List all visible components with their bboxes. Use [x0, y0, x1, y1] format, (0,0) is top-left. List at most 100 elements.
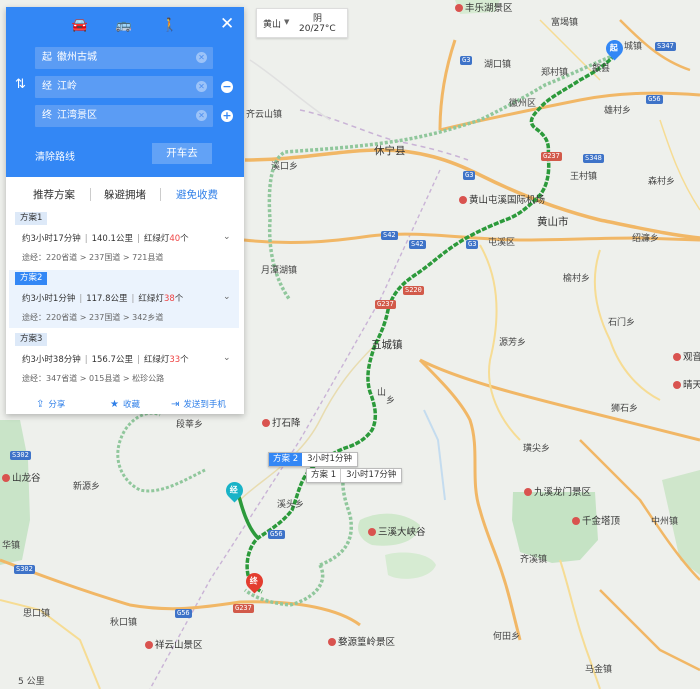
map-label: 山	[377, 388, 387, 398]
via-input[interactable]: 经江岭 ✕	[35, 76, 213, 98]
map-label: 山龙谷	[2, 473, 41, 484]
map-label: 五城镇	[371, 339, 403, 351]
route-plan[interactable]: 方案1 约3小时17分钟 | 140.1公里 | 红绿灯40个 途经：220省道 > 2…	[9, 210, 239, 268]
end-key: 终	[42, 110, 52, 121]
via-value: 江岭	[57, 81, 77, 92]
map-label: 千金塔顶	[572, 516, 620, 527]
poi-icon	[572, 517, 580, 525]
callout-tag: 方案 1	[307, 469, 342, 482]
map-label: 思口镇	[23, 609, 51, 619]
poi-icon	[673, 381, 681, 389]
map-label: 乡	[386, 396, 396, 406]
map-label: 徽州区	[509, 99, 537, 109]
start-input[interactable]: 起徽州古城 ✕	[35, 47, 213, 69]
route-plan[interactable]: 方案3 约3小时38分钟 | 156.7公里 | 红绿灯33个 途经：347省道 > 0…	[9, 331, 239, 389]
plan-stats: 约3小时17分钟 | 140.1公里 | 红绿灯40个	[22, 234, 189, 244]
road-shield: G3	[463, 171, 476, 180]
map-label: 湖口镇	[484, 60, 512, 70]
close-icon[interactable]: ✕	[220, 16, 234, 33]
map-label: 5 公里	[18, 677, 45, 687]
map-label: 观音岩	[673, 352, 700, 363]
road-shield: G237	[233, 604, 254, 613]
share-button[interactable]: ⇪ 分享	[36, 398, 65, 410]
poi-icon	[673, 353, 681, 361]
callout-time: 3小时17分钟	[346, 470, 397, 480]
route-plan-selected[interactable]: 方案2 约3小时1分钟 | 117.8公里 | 红绿灯38个 途经：220省道 > 23…	[9, 270, 239, 328]
weather-widget[interactable]: 黄山 ▼ 阴 20/27°C	[256, 8, 348, 38]
map-label: 王村镇	[570, 172, 598, 182]
tab-avoid-congestion[interactable]: 躲避拥堵	[104, 187, 146, 202]
chevron-down-icon[interactable]: ⌄	[223, 232, 231, 242]
road-shield: S348	[583, 154, 604, 163]
send-to-phone-button[interactable]: ⇥ 发送到手机	[171, 398, 226, 410]
phone-icon: ⇥	[171, 399, 180, 410]
collect-button[interactable]: ★ 收藏	[110, 398, 140, 410]
poi-icon	[145, 641, 153, 649]
chevron-down-icon[interactable]: ⌄	[223, 292, 231, 302]
map-label: 屯溪区	[488, 238, 516, 248]
callout-tag: 方案 2	[269, 453, 303, 466]
road-shield: S42	[381, 231, 398, 240]
map-label: 华镇	[2, 541, 21, 551]
map-label: 榆村乡	[563, 274, 591, 284]
panel-footer: ⇪ 分享 ★ 收藏 ⇥ 发送到手机	[6, 395, 244, 414]
tab-avoid-toll[interactable]: 避免收费	[176, 187, 218, 202]
map-label: 休宁县	[374, 145, 406, 157]
road-shield: G3	[466, 240, 479, 249]
map-label: 马金镇	[585, 665, 613, 675]
road-shield: G3	[460, 56, 473, 65]
plan-stats: 约3小时38分钟 | 156.7公里 | 红绿灯33个	[22, 355, 189, 365]
map-label: 石门乡	[608, 318, 636, 328]
walk-icon[interactable]: 🚶	[160, 18, 180, 34]
poi-icon	[328, 638, 336, 646]
map-label: 歙县	[592, 64, 611, 74]
road-shield: G56	[646, 95, 663, 104]
map-label: 中州镇	[651, 517, 679, 527]
route-panel: 🚘 🚌 🚶 ✕ 起徽州古城 ✕ ⇅ 经江岭 ✕ − 终江湾景区 ✕ + 清除路线…	[6, 7, 244, 414]
plan-badge: 方案2	[15, 272, 48, 285]
map-label: 三溪大峡谷	[368, 527, 426, 538]
poi-icon	[368, 528, 376, 536]
poi-icon	[455, 4, 463, 12]
weather-city[interactable]: 黄山	[263, 17, 281, 30]
add-via-icon[interactable]: +	[221, 110, 233, 122]
route-callout-plan2[interactable]: 方案 2 3小时1分钟	[268, 452, 358, 467]
map-label: 璜尖乡	[523, 444, 551, 454]
clear-end-icon[interactable]: ✕	[196, 110, 207, 121]
start-value: 徽州古城	[57, 52, 97, 63]
clear-route-link[interactable]: 清除路线	[35, 148, 75, 163]
car-icon[interactable]: 🚘	[70, 18, 90, 34]
strategy-tabs: 推荐方案 躲避拥堵 避免收费	[6, 183, 244, 207]
clear-via-icon[interactable]: ✕	[196, 81, 207, 92]
road-shield: S302	[14, 565, 35, 574]
chevron-down-icon[interactable]: ▼	[284, 18, 289, 26]
clear-start-icon[interactable]: ✕	[196, 52, 207, 63]
remove-via-icon[interactable]: −	[221, 81, 233, 93]
road-shield: S347	[655, 42, 676, 51]
poi-icon	[524, 488, 532, 496]
route-callout-plan1[interactable]: 方案 1 3小时17分钟	[306, 468, 403, 483]
map-label: 秋口镇	[110, 618, 138, 628]
road-shield: S42	[409, 240, 426, 249]
map-label: 狮石乡	[611, 404, 639, 414]
poi-icon	[459, 196, 467, 204]
map-label: 溪头乡	[277, 500, 305, 510]
map-label: 黄山屯溪国际机场	[459, 195, 545, 206]
road-shield: G237	[541, 152, 562, 161]
map-label: 齐溪镇	[520, 555, 548, 565]
road-shield: G237	[375, 300, 396, 309]
map-label: 祥云山景区	[145, 640, 203, 651]
swap-icon[interactable]: ⇅	[15, 77, 26, 92]
map-label: 雄村乡	[604, 106, 632, 116]
map-label: 溪口乡	[271, 162, 299, 172]
map-label: 源芳乡	[499, 338, 527, 348]
map-label: 月潭湖镇	[261, 266, 298, 276]
end-input[interactable]: 终江湾景区 ✕	[35, 105, 213, 127]
bus-icon[interactable]: 🚌	[114, 18, 134, 34]
drive-button[interactable]: 开车去	[152, 143, 212, 164]
map-label: 婺源篁岭景区	[328, 637, 395, 648]
callout-time: 3小时1分钟	[307, 454, 352, 464]
chevron-down-icon[interactable]: ⌄	[223, 353, 231, 363]
map-label: 九溪龙门景区	[524, 487, 591, 498]
tab-recommended[interactable]: 推荐方案	[33, 187, 75, 202]
